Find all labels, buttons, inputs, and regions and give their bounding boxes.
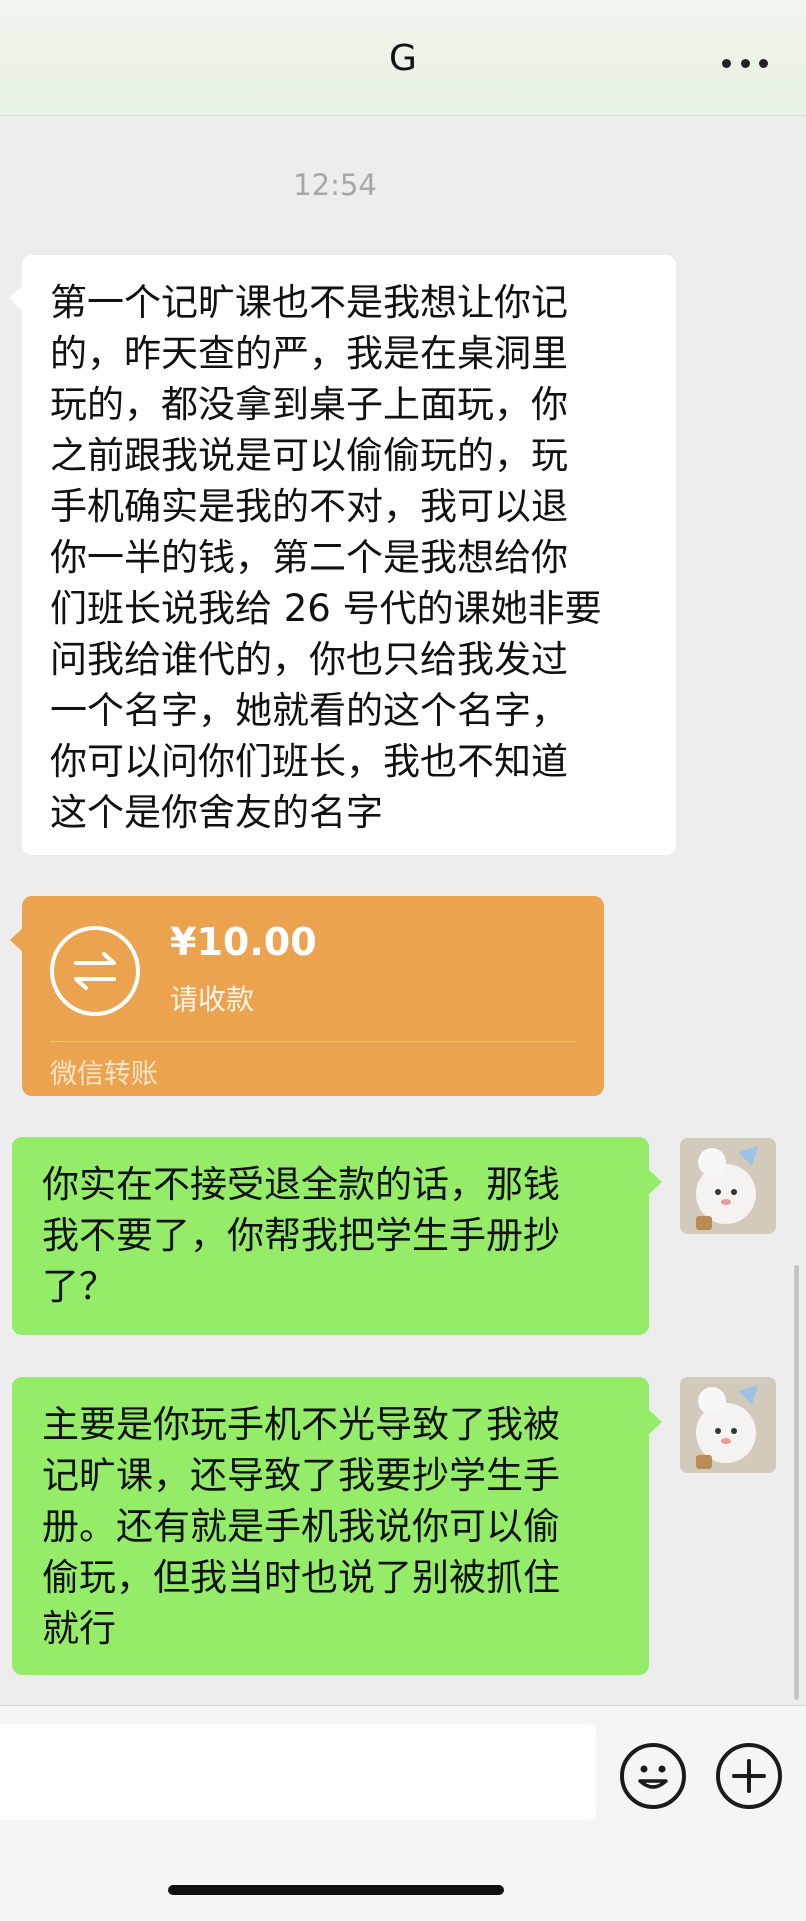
user-avatar[interactable] [680,1377,776,1473]
emoji-button[interactable] [620,1743,686,1809]
more-actions-button[interactable] [716,1743,782,1809]
transfer-arrows-icon [50,926,140,1016]
more-options-icon[interactable] [722,58,768,68]
incoming-message-bubble[interactable]: 第一个记旷课也不是我想让你记 的，昨天查的严，我是在桌洞里 玩的，都没拿到桌子上… [9,255,676,855]
chat-title: G [389,38,417,79]
outgoing-message-bubble[interactable]: 你实在不接受退全款的话，那钱 我不要了，你帮我把学生手册抄 了？ [12,1137,662,1335]
message-input[interactable] [0,1724,596,1820]
transfer-divider [50,1041,576,1042]
transfer-footer-label: 微信转账 [50,1059,158,1090]
home-indicator [168,1885,504,1895]
chat-header: G [0,0,806,116]
message-composer [0,1705,806,1921]
wechat-transfer-card[interactable]: ¥10.00 请收款 微信转账 [10,896,604,1096]
chat-scrollbar[interactable] [794,1265,799,1700]
transfer-status: 请收款 [170,983,255,1016]
plus-icon [732,1759,766,1793]
outgoing-message-bubble[interactable]: 主要是你玩手机不光导致了我被 记旷课，还导致了我要抄学生手 册。还有就是手机我说… [12,1377,662,1675]
user-avatar[interactable] [680,1138,776,1234]
emoji-icon [638,1765,668,1789]
transfer-amount: ¥10.00 [170,920,317,964]
message-timestamp: 12:54 [293,168,377,202]
